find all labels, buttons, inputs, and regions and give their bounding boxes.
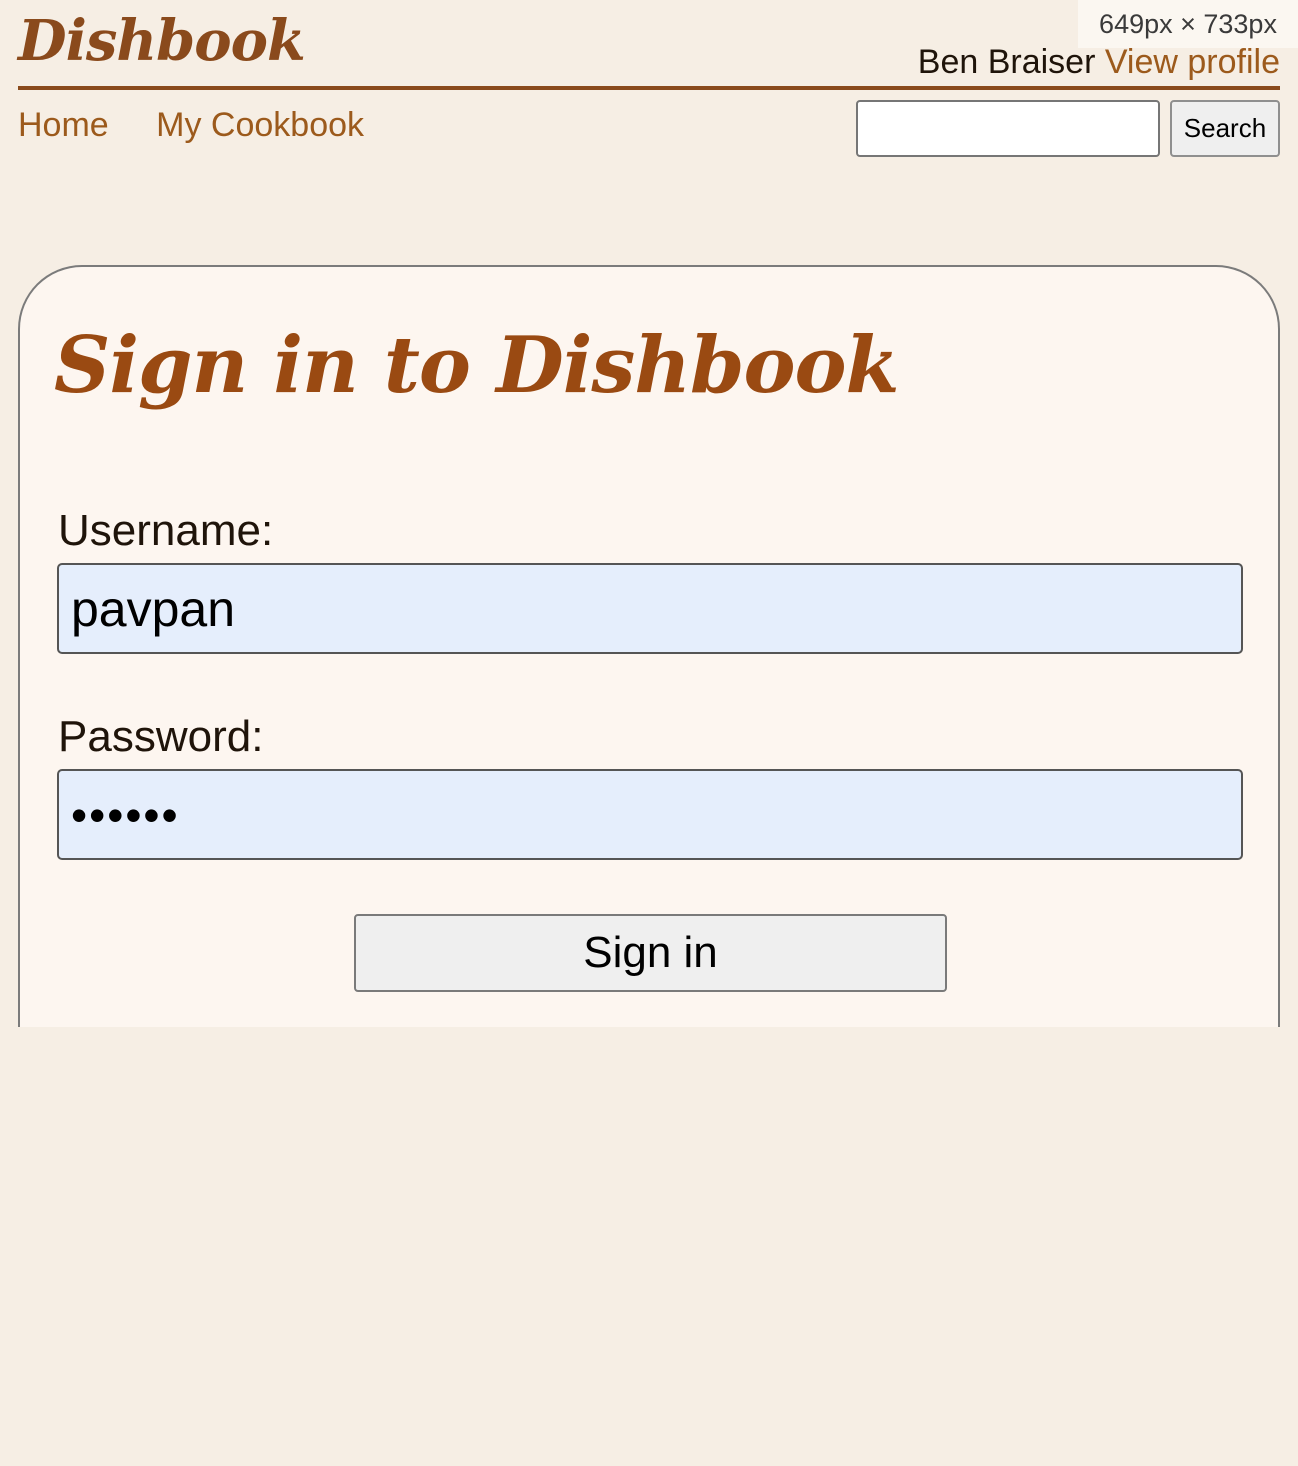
viewport-size-overlay: 649px × 733px [1078, 0, 1298, 48]
user-area: Ben Braiser View profile [918, 42, 1280, 82]
password-label: Password: [58, 712, 264, 761]
search-button[interactable]: Search [1170, 100, 1280, 157]
current-user-name: Ben Braiser [917, 43, 1096, 81]
search-input[interactable] [856, 100, 1160, 157]
signin-card: Sign in to Dishbook Username: Password: … [18, 265, 1280, 1027]
main-nav: Home My Cookbook [18, 102, 402, 148]
password-field[interactable] [57, 769, 1243, 860]
nav-item-home[interactable]: Home [18, 106, 109, 144]
nav-item-my-cookbook[interactable]: My Cookbook [156, 106, 364, 144]
view-profile-link[interactable]: View profile [1105, 43, 1280, 81]
page-title: Sign in to Dishbook [54, 320, 900, 411]
username-label: Username: [58, 506, 274, 555]
sign-in-button[interactable]: Sign in [354, 914, 947, 992]
username-field[interactable] [57, 563, 1243, 654]
site-logo[interactable]: Dishbook [18, 6, 306, 76]
